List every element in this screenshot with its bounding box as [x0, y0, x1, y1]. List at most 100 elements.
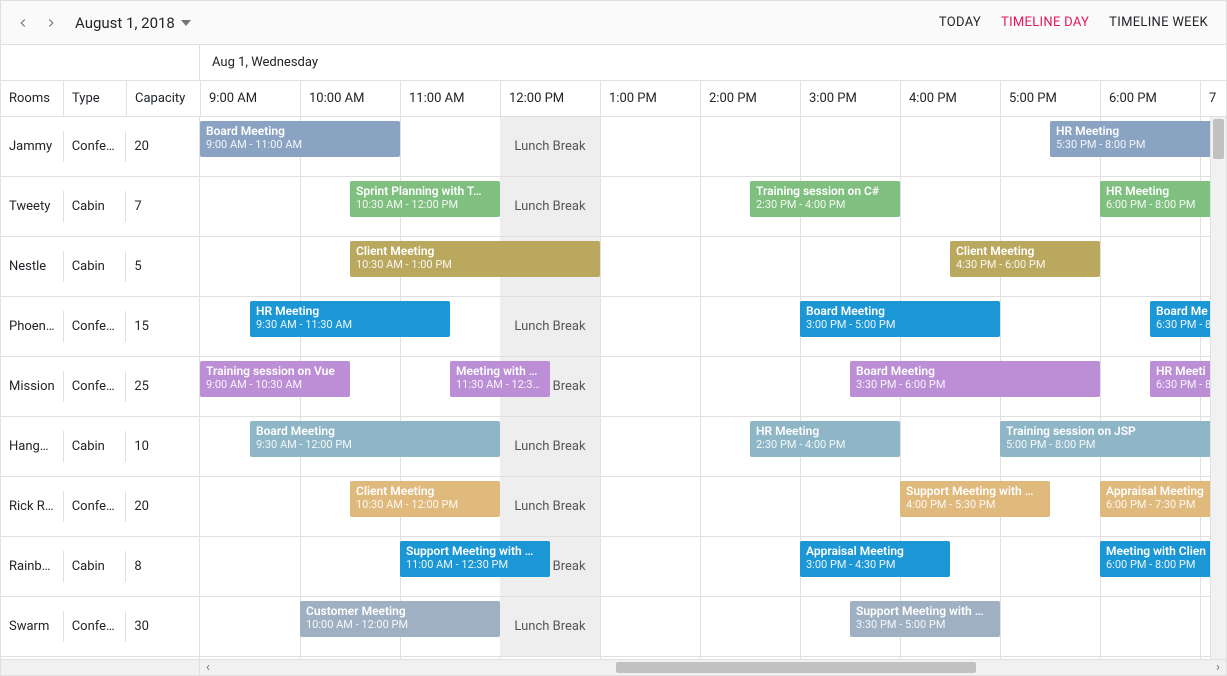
date-range-label: August 1, 2018 — [75, 14, 175, 32]
appointment[interactable]: HR Meeting5:30 PM - 8:00 PM — [1050, 121, 1226, 157]
room-type: Cabin — [64, 431, 127, 462]
appointment[interactable]: Support Meeting with …4:00 PM - 5:30 PM — [900, 481, 1050, 517]
room-name: Swarm — [1, 611, 64, 642]
scroll-right-arrow[interactable]: › — [1210, 660, 1226, 675]
appointment-title: Board Meeting — [856, 364, 1094, 378]
resource-row: RainbowCabin8 — [1, 537, 199, 597]
time-slot-header: 9:00 AM — [201, 81, 301, 116]
appointment[interactable]: Board Meeting3:00 PM - 5:00 PM — [800, 301, 1000, 337]
resource-columns-header: Rooms Type Capacity — [1, 81, 201, 116]
resource-header-spacer — [1, 45, 200, 80]
appointment-time: 6:00 PM - 8:00 PM — [1106, 558, 1226, 571]
timeline-row[interactable]: Lunch BreakBoard Meeting9:30 AM - 12:00 … — [200, 417, 1226, 477]
appointment-time: 9:30 AM - 12:00 PM — [256, 438, 494, 451]
appointment-time: 10:30 AM - 1:00 PM — [356, 258, 594, 271]
appointment[interactable]: Client Meeting10:30 AM - 1:00 PM — [350, 241, 600, 277]
appointment-time: 5:30 PM - 8:00 PM — [1056, 138, 1226, 151]
appointment[interactable]: Customer Meeting10:00 AM - 12:00 PM — [300, 601, 500, 637]
prev-button[interactable] — [9, 9, 37, 37]
timeline-row[interactable]: Lunch BreakCustomer Meeting10:00 AM - 12… — [200, 597, 1226, 657]
appointment-time: 11:30 AM - 12:3… — [456, 378, 544, 391]
lunch-break: Lunch Break — [500, 297, 600, 356]
horizontal-scroll-thumb[interactable] — [616, 662, 976, 673]
time-slot-header: 3:00 PM — [801, 81, 901, 116]
appointment-title: Board Meeting — [806, 304, 994, 318]
resource-row: PhoenixConferen…15 — [1, 297, 199, 357]
vertical-scrollbar[interactable] — [1210, 117, 1226, 659]
room-type: Cabin — [64, 191, 127, 222]
horizontal-scroll-track[interactable]: ‹ › — [200, 660, 1226, 675]
timeline-row[interactable]: Lunch BreakSprint Planning with T…10:30 … — [200, 177, 1226, 237]
room-name: Rick Roll — [1, 491, 64, 522]
appointment[interactable]: Board Meeting9:00 AM - 11:00 AM — [200, 121, 400, 157]
view-timeline-day[interactable]: TIMELINE DAY — [991, 1, 1099, 45]
vertical-scroll-thumb[interactable] — [1213, 119, 1224, 159]
view-switcher: TODAY TIMELINE DAYTIMELINE WEEK — [929, 1, 1218, 45]
time-slot-header: 11:00 AM — [401, 81, 501, 116]
appointment[interactable]: Appraisal Meeting6:00 PM - 7:30 PM — [1100, 481, 1226, 517]
room-type: Conferen… — [64, 311, 127, 342]
room-name: Rainbow — [1, 551, 64, 582]
appointment[interactable]: Client Meeting4:30 PM - 6:00 PM — [950, 241, 1100, 277]
appointment[interactable]: Sprint Planning with T…10:30 AM - 12:00 … — [350, 181, 500, 217]
appointment-time: 10:00 AM - 12:00 PM — [306, 618, 494, 631]
chevron-right-icon — [44, 16, 58, 30]
appointment[interactable]: Meeting with …11:30 AM - 12:3… — [450, 361, 550, 397]
appointment-title: Meeting with … — [456, 364, 544, 378]
horizontal-scrollbar[interactable]: ‹ › — [1, 659, 1226, 675]
appointment[interactable]: Meeting with Clien6:00 PM - 8:00 PM — [1100, 541, 1226, 577]
timeline-row[interactable]: Lunch Break Board Meeting9:00 AM - 11:00 … — [200, 117, 1226, 177]
next-button[interactable] — [37, 9, 65, 37]
room-type: Conferen… — [64, 611, 127, 642]
appointment[interactable]: HR Meeting9:30 AM - 11:30 AM — [250, 301, 450, 337]
room-capacity: 20 — [126, 131, 199, 162]
scheduler: August 1, 2018 TODAY TIMELINE DAYTIMELIN… — [0, 0, 1227, 676]
appointment[interactable]: Training session on Vue9:00 AM - 10:30 A… — [200, 361, 350, 397]
columns-header: Rooms Type Capacity 9:00 AM10:00 AM11:00… — [1, 81, 1226, 117]
appointment-time: 4:00 PM - 5:30 PM — [906, 498, 1044, 511]
appointment-title: Support Meeting with … — [406, 544, 544, 558]
appointment-time: 9:30 AM - 11:30 AM — [256, 318, 444, 331]
lunch-break: Lunch Break — [500, 417, 600, 476]
appointment-title: HR Meeting — [1056, 124, 1226, 138]
appointment[interactable]: Training session on C#2:30 PM - 4:00 PM — [750, 181, 900, 217]
timeline-row[interactable]: Lunch Break HR Meeting9:30 AM - 11:30 AM B… — [200, 297, 1226, 357]
today-button[interactable]: TODAY — [929, 1, 991, 45]
timeline-row[interactable]: Lunch BreakClient Meeting10:30 AM - 12:0… — [200, 477, 1226, 537]
date-range-picker[interactable]: August 1, 2018 — [75, 14, 191, 32]
appointment[interactable]: Client Meeting10:30 AM - 12:00 PM — [350, 481, 500, 517]
view-timeline-week[interactable]: TIMELINE WEEK — [1099, 1, 1218, 45]
appointment-title: Board Meeting — [206, 124, 394, 138]
room-name: Tweety — [1, 191, 64, 222]
toolbar: August 1, 2018 TODAY TIMELINE DAYTIMELIN… — [1, 1, 1226, 45]
timeline-row[interactable]: Lunch BreakClient Meeting10:30 AM - 1:00… — [200, 237, 1226, 297]
appointment[interactable]: HR Meeting6:00 PM - 8:00 PM — [1100, 181, 1226, 217]
col-rooms: Rooms — [1, 81, 64, 116]
appointment-title: Training session on JSP — [1006, 424, 1226, 438]
timeline-row[interactable]: Lunch BreakSupport Meeting with …11:00 A… — [200, 537, 1226, 597]
timeline-grid: Lunch Break Board Meeting9:00 AM - 11:00 … — [200, 117, 1226, 659]
appointment[interactable]: Support Meeting with …3:30 PM - 5:00 PM — [850, 601, 1000, 637]
appointment-title: Appraisal Meeting — [1106, 484, 1226, 498]
scroll-left-arrow[interactable]: ‹ — [200, 660, 216, 675]
timeline-row[interactable]: Lunch BreakTraining session on Vue9:00 A… — [200, 357, 1226, 417]
appointment[interactable]: Board Meeting3:30 PM - 6:00 PM — [850, 361, 1100, 397]
resource-row: NestleCabin5 — [1, 237, 199, 297]
room-capacity: 15 — [126, 311, 199, 342]
time-slot-header: 4:00 PM — [901, 81, 1001, 116]
appointment[interactable]: Support Meeting with …11:00 AM - 12:30 P… — [400, 541, 550, 577]
resource-rows: JammyConferen…20TweetyCabin7NestleCabin5… — [1, 117, 200, 659]
room-capacity: 10 — [126, 431, 199, 462]
appointment[interactable]: HR Meeting2:30 PM - 4:00 PM — [750, 421, 900, 457]
appointment[interactable]: Board Meeting9:30 AM - 12:00 PM — [250, 421, 500, 457]
lunch-break: Lunch Break — [500, 597, 600, 656]
appointment-title: HR Meeting — [256, 304, 444, 318]
room-capacity: 20 — [126, 491, 199, 522]
lunch-break: Lunch Break — [500, 117, 600, 176]
room-type: Cabin — [64, 551, 127, 582]
appointment[interactable]: Appraisal Meeting3:00 PM - 4:30 PM — [800, 541, 950, 577]
appointment[interactable]: Training session on JSP5:00 PM - 8:00 PM — [1000, 421, 1226, 457]
caret-down-icon — [181, 20, 191, 26]
appointment-time: 3:00 PM - 4:30 PM — [806, 558, 944, 571]
schedule-body: JammyConferen…20TweetyCabin7NestleCabin5… — [1, 117, 1226, 659]
